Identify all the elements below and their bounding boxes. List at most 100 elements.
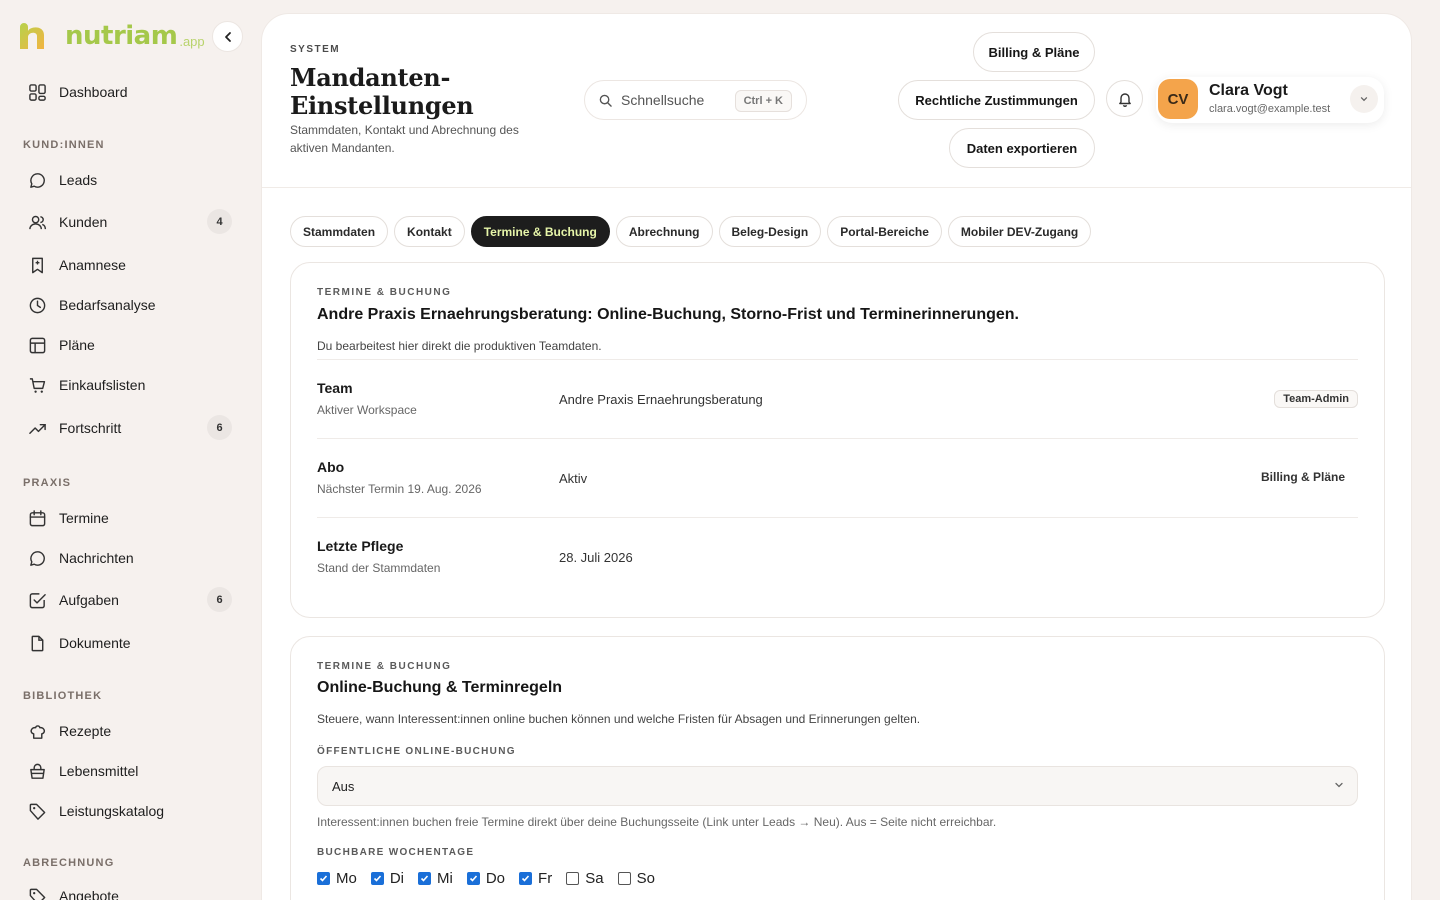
search-icon	[599, 94, 612, 107]
sidebar-item-lebensmittel[interactable]: Lebensmittel	[28, 759, 232, 783]
sidebar-item-label: Kunden	[59, 214, 108, 230]
weekdays-label: BUCHBARE WOCHENTAGE	[317, 847, 475, 858]
tab-kontakt[interactable]: Kontakt	[394, 216, 465, 247]
basket-icon	[30, 763, 45, 779]
page-subtitle: Stammdaten, Kontakt und Abrechnung des a…	[290, 123, 519, 155]
checkbox[interactable]	[617, 872, 631, 885]
public-booking-label: ÖFFENTLICHE ONLINE-BUCHUNG	[317, 746, 516, 757]
sidebar-item-label: Bedarfsanalyse	[59, 297, 156, 313]
weekday-mi[interactable]: Mi	[418, 870, 453, 887]
logo-mark-icon	[20, 23, 44, 49]
section-title-kundinnen: KUND:INNEN	[23, 139, 105, 151]
weekday-checkboxes: Mo Di Mi Do Fr Sa So	[317, 870, 669, 887]
weekday-label: Fr	[538, 870, 553, 887]
row-sublabel: Stand der Stammdaten	[317, 561, 441, 575]
tab-portal-bereiche[interactable]: Portal-Bereiche	[827, 216, 942, 247]
info-row-team: Team Aktiver Workspace Andre Praxis Erna…	[317, 359, 1358, 437]
sidebar-item-label: Pläne	[59, 337, 95, 353]
users-icon	[29, 215, 47, 229]
sidebar-item-label: Anamnese	[59, 257, 126, 273]
search-label: Schnellsuche	[621, 92, 705, 108]
calendar-icon	[29, 509, 46, 526]
billing-button[interactable]: Billing & Pläne	[973, 32, 1095, 72]
section-title-abrechnung: ABRECHNUNG	[23, 857, 115, 869]
chevron-down-icon	[1360, 97, 1368, 102]
user-menu-toggle[interactable]	[1350, 85, 1378, 113]
tab-mobiler-dev-zugang[interactable]: Mobiler DEV-Zugang	[947, 216, 1092, 247]
overview-card: TERMINE & BUCHUNG Andre Praxis Ernaehrun…	[290, 262, 1385, 618]
sidebar-item-anamnese[interactable]: Anamnese	[28, 253, 232, 277]
checkbox[interactable]	[566, 872, 580, 885]
tab-termine-buchung[interactable]: Termine & Buchung	[470, 216, 610, 247]
sidebar-item-termine[interactable]: Termine	[28, 506, 232, 530]
checkbox[interactable]	[418, 872, 432, 885]
checkbox[interactable]	[466, 872, 480, 885]
tab-stammdaten[interactable]: Stammdaten	[290, 216, 389, 247]
card-kicker: TERMINE & BUCHUNG	[317, 661, 452, 672]
keyboard-shortcut: Ctrl + K	[734, 90, 792, 112]
weekday-fr[interactable]: Fr	[519, 870, 552, 887]
row-value: Aktiv	[559, 471, 588, 486]
public-booking-select[interactable]: Aus	[317, 766, 1358, 806]
sidebar-item-label: Angebote	[59, 888, 119, 900]
sidebar-item-label: Fortschritt	[59, 420, 122, 436]
count-badge: 4	[207, 209, 232, 234]
weekday-so[interactable]: So	[617, 870, 655, 887]
info-row-letzte-pflege: Letzte Pflege Stand der Stammdaten 28. J…	[317, 517, 1358, 595]
sidebar-item-label: Einkaufslisten	[59, 377, 146, 393]
row-label: Team	[317, 380, 353, 396]
sidebar-item-einkaufslisten[interactable]: Einkaufslisten	[28, 373, 232, 397]
sidebar-item-label: Nachrichten	[59, 550, 134, 566]
role-badge: Team-Admin	[1274, 390, 1358, 408]
tab-beleg-design[interactable]: Beleg-Design	[718, 216, 822, 247]
avatar: CV	[1158, 79, 1198, 119]
weekday-sa[interactable]: Sa	[566, 870, 604, 887]
weekday-mo[interactable]: Mo	[317, 870, 357, 887]
table-icon	[29, 337, 46, 353]
tag-icon	[29, 803, 46, 820]
user-menu[interactable]: CV Clara Vogt clara.vogt@example.test	[1156, 77, 1384, 123]
sidebar-item-nachrichten[interactable]: Nachrichten	[28, 546, 232, 570]
sidebar-item-bedarfsanalyse[interactable]: Bedarfsanalyse	[28, 293, 232, 317]
checkbox[interactable]	[370, 872, 384, 885]
sidebar-item-dashboard[interactable]: Dashboard	[28, 80, 232, 104]
weekday-do[interactable]: Do	[466, 870, 505, 887]
count-badge: 6	[207, 587, 232, 612]
section-title-bibliothek: BIBLIOTHEK	[23, 690, 103, 702]
row-label: Letzte Pflege	[317, 538, 404, 554]
chevron-left-icon	[224, 31, 231, 42]
tab-abrechnung[interactable]: Abrechnung	[615, 216, 713, 247]
collapse-sidebar-button[interactable]	[212, 21, 243, 52]
checkbox[interactable]	[519, 872, 533, 885]
sidebar-item-kunden[interactable]: Kunden 4	[28, 209, 232, 234]
page-title: Mandanten-Einstellungen	[290, 63, 474, 120]
sidebar-item-fortschritt[interactable]: Fortschritt 6	[28, 415, 232, 440]
card-description: Du bearbeitest hier direkt die produktiv…	[317, 339, 602, 353]
row-value: Andre Praxis Ernaehrungsberatung	[559, 392, 763, 407]
card-description: Steuere, wann Interessent:innen online b…	[317, 712, 921, 726]
legal-consents-button[interactable]: Rechtliche Zustimmungen	[898, 80, 1095, 120]
sidebar-item-leads[interactable]: Leads	[28, 168, 232, 192]
chat-icon	[30, 550, 45, 566]
cart-icon	[29, 377, 46, 393]
page-kicker: SYSTEM	[290, 44, 341, 55]
sidebar-item-plaene[interactable]: Pläne	[28, 333, 232, 357]
sidebar-item-dokumente[interactable]: Dokumente	[28, 631, 232, 655]
billing-link[interactable]: Billing & Pläne	[1261, 470, 1345, 484]
brand-logo[interactable]: nutriam .app	[17, 18, 205, 54]
tag-icon	[29, 888, 46, 900]
sidebar-item-aufgaben[interactable]: Aufgaben 6	[28, 587, 232, 612]
sidebar-item-angebote[interactable]: Angebote	[28, 884, 232, 900]
sidebar-item-label: Dashboard	[59, 84, 128, 100]
checkbox[interactable]	[317, 872, 330, 885]
weekday-di[interactable]: Di	[370, 870, 404, 887]
sidebar-item-label: Leistungskatalog	[59, 803, 165, 819]
bell-icon	[1118, 92, 1131, 107]
sidebar-item-leistungskatalog[interactable]: Leistungskatalog	[28, 799, 232, 823]
export-data-button[interactable]: Daten exportieren	[949, 128, 1095, 168]
notifications-button[interactable]	[1106, 80, 1143, 117]
sidebar-item-rezepte[interactable]: Rezepte	[28, 719, 232, 743]
quick-search[interactable]: Schnellsuche Ctrl + K	[584, 80, 807, 120]
count-badge: 6	[207, 415, 232, 440]
select-value: Aus	[332, 778, 355, 794]
